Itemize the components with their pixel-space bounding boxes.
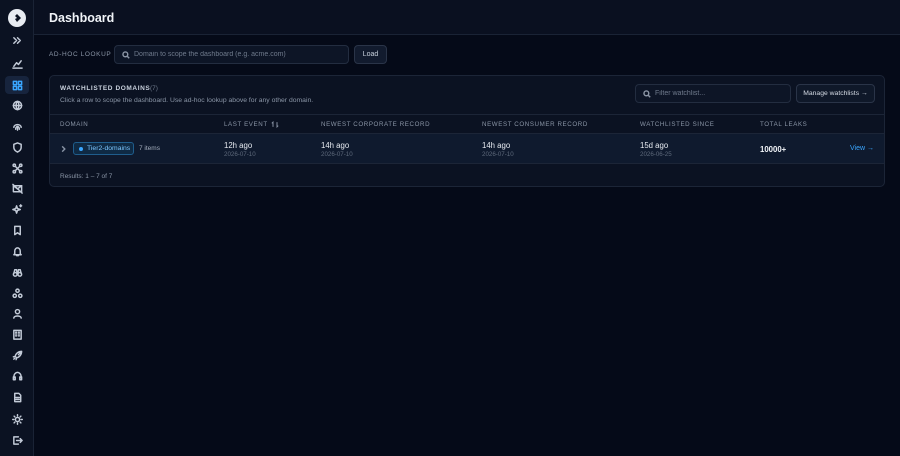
network-icon[interactable]: [5, 159, 29, 177]
consumer-date: 2026-07-10: [482, 151, 514, 158]
load-button[interactable]: Load: [354, 45, 387, 64]
corporate-relative: 14h ago: [321, 141, 350, 150]
total-leaks: 10000+: [760, 145, 787, 154]
logout-icon[interactable]: [5, 431, 29, 449]
column-header-corporate[interactable]: NEWEST CORPORATE RECORD: [321, 121, 430, 128]
last-event-relative: 12h ago: [224, 141, 253, 150]
watchlisted-since-date: 2026-06-25: [640, 151, 672, 158]
expand-icon[interactable]: [5, 31, 29, 49]
search-icon: [122, 51, 130, 59]
rocket-icon[interactable]: [5, 346, 29, 364]
fingerprint-icon[interactable]: [5, 117, 29, 135]
grid-icon[interactable]: [5, 76, 29, 94]
watchlist-panel: WATCHLISTED DOMAINS (7) Click a row to s…: [49, 75, 885, 187]
sun-icon[interactable]: [5, 410, 29, 428]
topbar: Dashboard: [34, 0, 900, 35]
headset-icon[interactable]: [5, 367, 29, 385]
view-link[interactable]: View →: [850, 145, 874, 152]
corporate-date: 2026-07-10: [321, 151, 353, 158]
chevron-right-icon[interactable]: [60, 145, 67, 153]
team-icon[interactable]: [5, 284, 29, 302]
sort-icon[interactable]: [271, 121, 279, 128]
mail-off-icon[interactable]: [5, 179, 29, 197]
group-tag-label: Tier2-domains: [87, 145, 131, 152]
document-icon[interactable]: [5, 388, 29, 406]
search-icon: [643, 90, 651, 98]
lookup-label: AD-HOC LOOKUP: [49, 51, 112, 58]
last-event-date: 2026-07-10: [224, 151, 256, 158]
item-count: 7 items: [139, 145, 160, 152]
panel-count: (7): [150, 85, 158, 92]
bookmark-icon[interactable]: [5, 221, 29, 239]
panel-subtitle: Click a row to scope the dashboard. Use …: [60, 97, 314, 104]
globe-icon[interactable]: [5, 96, 29, 114]
column-header-watchlisted-since[interactable]: WATCHLISTED SINCE: [640, 121, 715, 128]
column-header-domain[interactable]: DOMAIN: [60, 121, 88, 128]
logo-icon: [15, 14, 21, 22]
results-count: Results: 1 – 7 of 7: [60, 173, 113, 180]
page-title: Dashboard: [49, 11, 115, 25]
column-header-label: LAST EVENT: [224, 121, 268, 129]
panel-title: WATCHLISTED DOMAINS: [60, 85, 151, 92]
column-header-consumer[interactable]: NEWEST CONSUMER RECORD: [482, 121, 588, 128]
sidebar: [0, 0, 34, 456]
logo[interactable]: [8, 9, 26, 27]
group-tag: Tier2-domains: [73, 142, 134, 155]
binoculars-icon[interactable]: [5, 263, 29, 281]
user-icon[interactable]: [5, 304, 29, 322]
column-header-total-leaks[interactable]: TOTAL LEAKS: [760, 121, 807, 128]
manage-watchlists-button[interactable]: Manage watchlists →: [796, 84, 875, 103]
lookup-field[interactable]: [114, 45, 349, 64]
bell-icon[interactable]: [5, 242, 29, 260]
building-icon[interactable]: [5, 325, 29, 343]
table-header: DOMAIN LAST EVENT NEWEST CORPORATE RECOR…: [50, 114, 884, 134]
table-row[interactable]: Tier2-domains 7 items 12h ago 2026-07-10…: [50, 134, 884, 164]
filter-watchlist-input[interactable]: [655, 85, 785, 102]
sparkle-icon[interactable]: [5, 200, 29, 218]
column-header-last-event[interactable]: LAST EVENT: [224, 121, 279, 128]
shield-icon[interactable]: [5, 138, 29, 156]
lookup-input[interactable]: [134, 46, 344, 63]
chart-icon[interactable]: [5, 55, 29, 73]
status-dot: [79, 146, 83, 151]
watchlisted-since-relative: 15d ago: [640, 141, 669, 150]
filter-field[interactable]: [635, 84, 791, 103]
consumer-relative: 14h ago: [482, 141, 511, 150]
